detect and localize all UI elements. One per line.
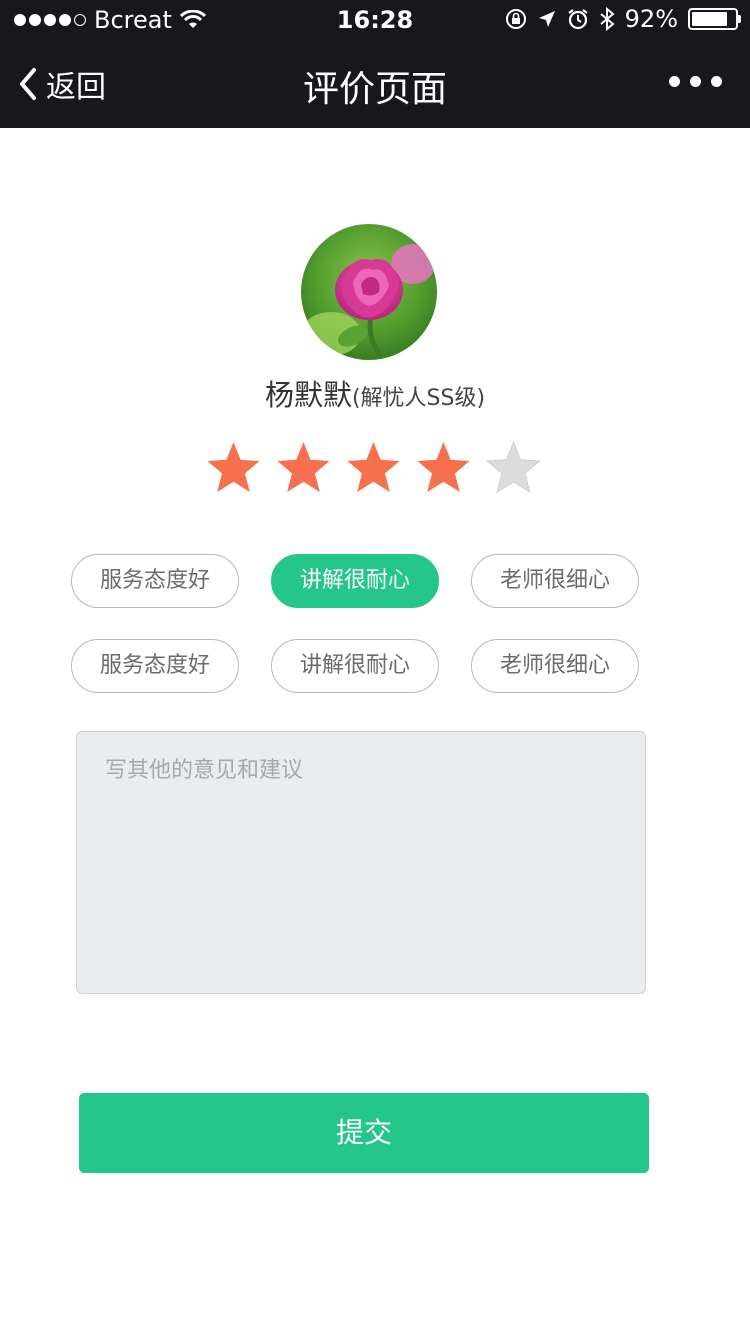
- status-right: 92%: [505, 5, 741, 33]
- star-filled-icon[interactable]: [415, 440, 472, 495]
- more-dots-icon[interactable]: [669, 76, 722, 87]
- comment-textarea[interactable]: [76, 731, 646, 994]
- tag-button[interactable]: 服务态度好: [71, 554, 239, 608]
- tag-button[interactable]: 服务态度好: [71, 639, 239, 693]
- alarm-icon: [567, 9, 588, 30]
- avatar: [301, 224, 437, 360]
- rotation-lock-icon: [505, 9, 526, 29]
- teacher-name: 杨默默: [264, 378, 352, 412]
- location-icon: [538, 11, 555, 27]
- submit-button[interactable]: 提交: [79, 1093, 649, 1173]
- tag-button[interactable]: 讲解很耐心: [271, 554, 439, 608]
- tag-button[interactable]: 讲解很耐心: [271, 639, 439, 693]
- star-empty-icon[interactable]: [485, 440, 542, 495]
- teacher-level: (解忧人SS级): [351, 386, 486, 411]
- star-rating[interactable]: [205, 440, 542, 495]
- tag-button[interactable]: 老师很细心: [471, 554, 639, 608]
- rose-photo-image: [301, 224, 437, 360]
- star-filled-icon[interactable]: [275, 440, 332, 495]
- star-filled-icon[interactable]: [345, 440, 402, 495]
- nav-bar: 返回 评价页面: [0, 40, 750, 128]
- tag-button[interactable]: 老师很细心: [471, 639, 639, 693]
- battery-percent: 92%: [624, 5, 678, 33]
- teacher-info: 杨默默(解忧人SS级): [0, 372, 750, 414]
- bluetooth-icon: [600, 7, 615, 31]
- battery-icon: [688, 8, 741, 30]
- status-bar: Bcreat 16:28 92%: [0, 0, 750, 40]
- star-filled-icon[interactable]: [205, 440, 262, 495]
- page-title: 评价页面: [302, 69, 447, 110]
